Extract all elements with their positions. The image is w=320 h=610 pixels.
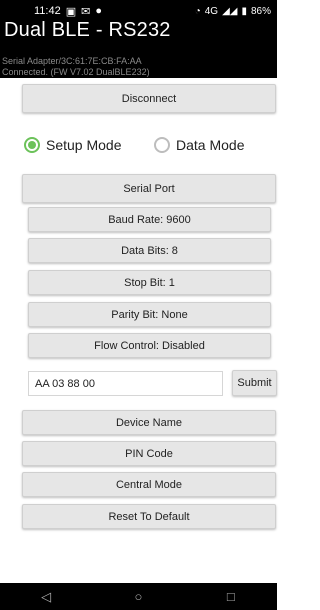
serial-port-button[interactable]: Serial Port: [22, 174, 276, 203]
reset-default-button[interactable]: Reset To Default: [22, 504, 276, 529]
device-name-button[interactable]: Device Name: [22, 410, 276, 435]
parity-bit-button[interactable]: Parity Bit: None: [28, 302, 271, 327]
battery-level: 86%: [250, 5, 271, 17]
notification-icon: ▣: [65, 5, 77, 18]
disconnect-button[interactable]: Disconnect: [22, 84, 276, 113]
wifi-call-icon: ◔: [194, 5, 201, 17]
central-mode-button[interactable]: Central Mode: [22, 472, 276, 497]
home-icon[interactable]: ○: [118, 589, 158, 604]
battery-icon: ▮: [241, 5, 247, 17]
mail-icon: ✉: [81, 5, 91, 18]
command-input[interactable]: [28, 371, 223, 396]
network-label: 4G: [204, 5, 219, 17]
data-mode-label: Data Mode: [176, 137, 245, 153]
app-header: 11:42 ▣ ✉ ● ◔ 4G ◢◢ ▮ 86% Dual BLE - RS2…: [0, 0, 277, 78]
data-mode-radio[interactable]: Data Mode: [154, 137, 244, 153]
pin-code-button[interactable]: PIN Code: [22, 441, 276, 466]
baud-rate-button[interactable]: Baud Rate: 9600: [28, 207, 271, 232]
clock: 11:42: [34, 5, 61, 17]
back-icon[interactable]: ◁: [26, 589, 66, 605]
app-title: Dual BLE - RS232: [4, 19, 171, 41]
mode-selector: Setup Mode Data Mode: [0, 133, 277, 159]
setup-mode-label: Setup Mode: [46, 137, 122, 153]
flow-control-button[interactable]: Flow Control: Disabled: [28, 333, 271, 358]
submit-button[interactable]: Submit: [232, 370, 277, 396]
chat-icon: ●: [95, 5, 102, 17]
setup-mode-radio[interactable]: Setup Mode: [24, 137, 122, 153]
device-address: Serial Adapter/3C:61:7E:CB:FA:AA: [2, 56, 142, 66]
stop-bit-button[interactable]: Stop Bit: 1: [28, 270, 271, 295]
radio-unchecked-icon: [154, 137, 170, 153]
data-bits-button[interactable]: Data Bits: 8: [28, 238, 271, 263]
recents-icon[interactable]: □: [211, 589, 251, 604]
system-nav-bar: ◁ ○ □: [0, 583, 277, 610]
radio-checked-icon: [24, 137, 40, 153]
signal-icon: ◢◢: [222, 5, 238, 17]
connection-status: Connected. (FW V7.02 DualBLE232): [2, 67, 150, 77]
